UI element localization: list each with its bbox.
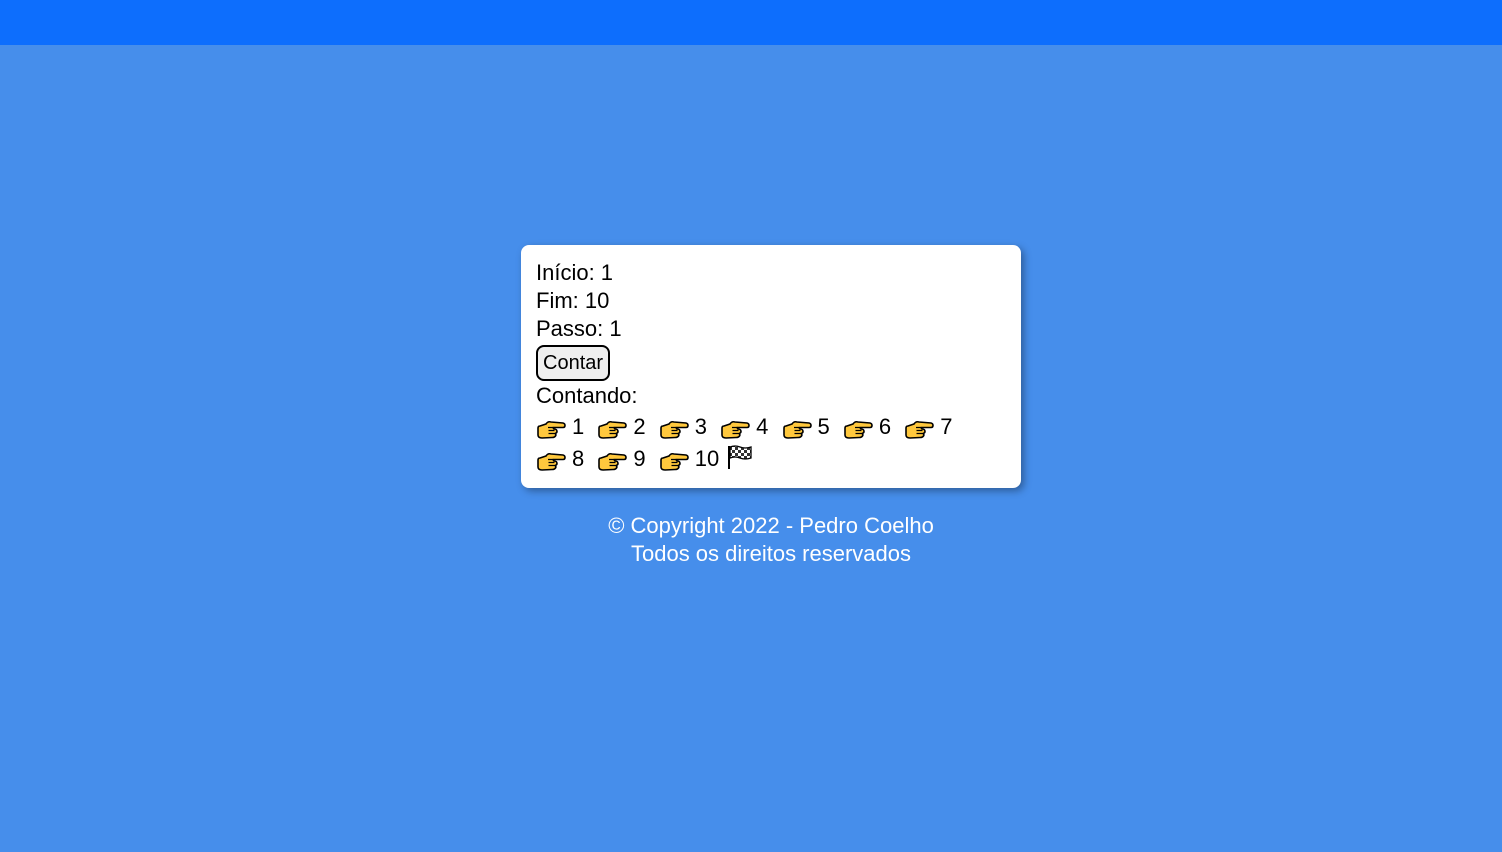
count-sequence: 1 2 3 4 5 6 7 8 9 10 bbox=[536, 411, 996, 475]
passo-label: Passo: 1 bbox=[536, 316, 622, 341]
count-item: 6 bbox=[843, 414, 898, 439]
counter-card: Início: 1 Fim: 10 Passo: 1 Contar Contan… bbox=[521, 245, 1021, 488]
fim-label: Fim: 10 bbox=[536, 288, 610, 313]
count-number: 6 bbox=[878, 414, 892, 439]
count-number: 4 bbox=[756, 414, 769, 439]
count-item: 2 bbox=[597, 414, 652, 439]
top-bar bbox=[0, 0, 1502, 45]
count-number: 7 bbox=[940, 414, 953, 439]
count-item: 9 bbox=[597, 446, 652, 471]
backhand-index-pointing-right-icon bbox=[782, 417, 812, 439]
contando-label: Contando: bbox=[536, 383, 638, 408]
count-item: 10 bbox=[659, 446, 726, 471]
count-item: 7 bbox=[904, 414, 959, 439]
backhand-index-pointing-right-icon bbox=[904, 417, 935, 439]
backhand-index-pointing-right-icon bbox=[659, 449, 689, 471]
rights-text: Todos os direitos reservados bbox=[630, 541, 912, 566]
backhand-index-pointing-right-icon bbox=[720, 417, 750, 439]
count-number: 10 bbox=[694, 446, 720, 471]
count-item: 4 bbox=[720, 414, 775, 439]
backhand-index-pointing-right-icon bbox=[536, 417, 566, 439]
count-item: 1 bbox=[536, 414, 591, 439]
footer: © Copyright 2022 - Pedro Coelho Todos os… bbox=[0, 512, 1502, 568]
count-item: 3 bbox=[659, 414, 714, 439]
count-number: 1 bbox=[572, 414, 585, 439]
backhand-index-pointing-right-icon bbox=[659, 417, 689, 439]
copyright-text: © Copyright 2022 - Pedro Coelho bbox=[608, 513, 934, 538]
backhand-index-pointing-right-icon bbox=[536, 449, 566, 471]
count-number: 2 bbox=[633, 414, 646, 439]
backhand-index-pointing-right-icon bbox=[597, 449, 628, 471]
count-number: 3 bbox=[694, 414, 707, 439]
backhand-index-pointing-right-icon bbox=[597, 417, 628, 439]
count-item: 8 bbox=[536, 446, 591, 471]
contar-button[interactable]: Contar bbox=[536, 345, 611, 381]
chequered-flag-icon bbox=[726, 444, 754, 470]
count-number: 9 bbox=[633, 446, 646, 471]
count-item: 5 bbox=[782, 414, 837, 439]
backhand-index-pointing-right-icon bbox=[843, 417, 873, 439]
count-number: 8 bbox=[572, 446, 585, 471]
inicio-label: Início: 1 bbox=[536, 260, 614, 285]
count-number: 5 bbox=[817, 414, 830, 439]
